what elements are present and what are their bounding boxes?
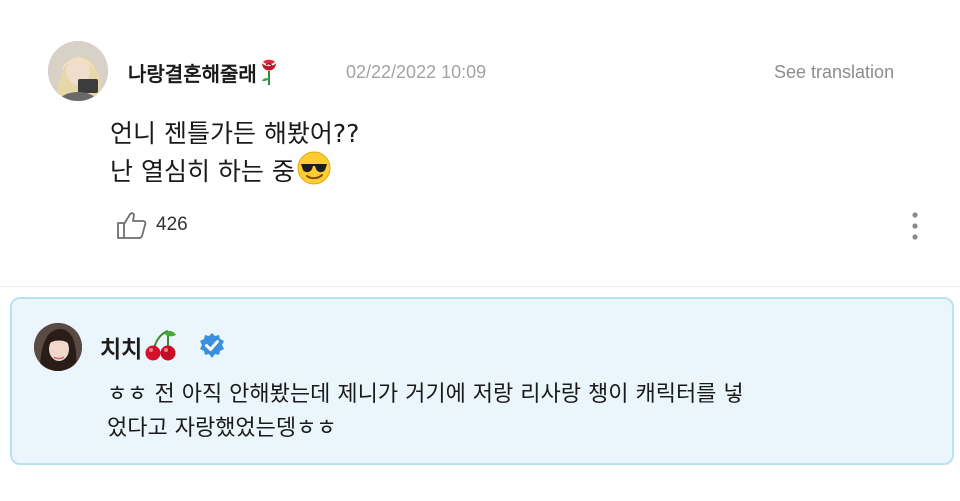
- like-count: 426: [156, 214, 188, 235]
- section-divider: [0, 286, 960, 287]
- more-options-button[interactable]: [906, 210, 924, 242]
- reply-text-line-2: 었다고 자랑했었는뎅ㅎㅎ: [107, 416, 337, 441]
- reply-text-line-1: ㅎㅎ 전 아직 안해봤는데 제니가 거기에 저랑 리사랑 챙이 캐릭터를 넣: [107, 382, 744, 407]
- cherries-icon: [145, 330, 177, 361]
- post-text-line-1: 언니 젠틀가든 해봤어??: [110, 119, 360, 148]
- post-text-line-2: 난 열심히 하는 중: [110, 151, 331, 188]
- post-author-name[interactable]: 나랑결혼해줄래: [128, 58, 281, 87]
- like-button[interactable]: [116, 210, 148, 240]
- post-text-line-2-text: 난 열심히 하는 중: [110, 157, 295, 186]
- sunglasses-face-icon: [297, 151, 331, 185]
- reply-card: 치치 ㅎㅎ 전 아직 안해봤는데 제니가 거기에 저랑 리사랑 챙이 캐릭터를 …: [10, 297, 954, 465]
- post-author-name-text: 나랑결혼해줄래: [128, 62, 257, 86]
- post-author-avatar[interactable]: [48, 41, 108, 101]
- post-card: 나랑결혼해줄래 02/22/2022 10:09 See translation…: [0, 0, 960, 285]
- reply-author-name-text: 치치: [100, 337, 143, 363]
- see-translation-link[interactable]: See translation: [774, 62, 894, 83]
- thumbs-up-icon: [117, 212, 147, 239]
- reply-author-name[interactable]: 치치: [100, 329, 178, 364]
- reply-author-avatar[interactable]: [34, 323, 82, 371]
- more-vertical-icon: [912, 212, 918, 240]
- post-date: 02/22/2022 10:09: [346, 62, 487, 82]
- rose-icon: [261, 59, 276, 85]
- verified-badge-icon: [200, 333, 224, 358]
